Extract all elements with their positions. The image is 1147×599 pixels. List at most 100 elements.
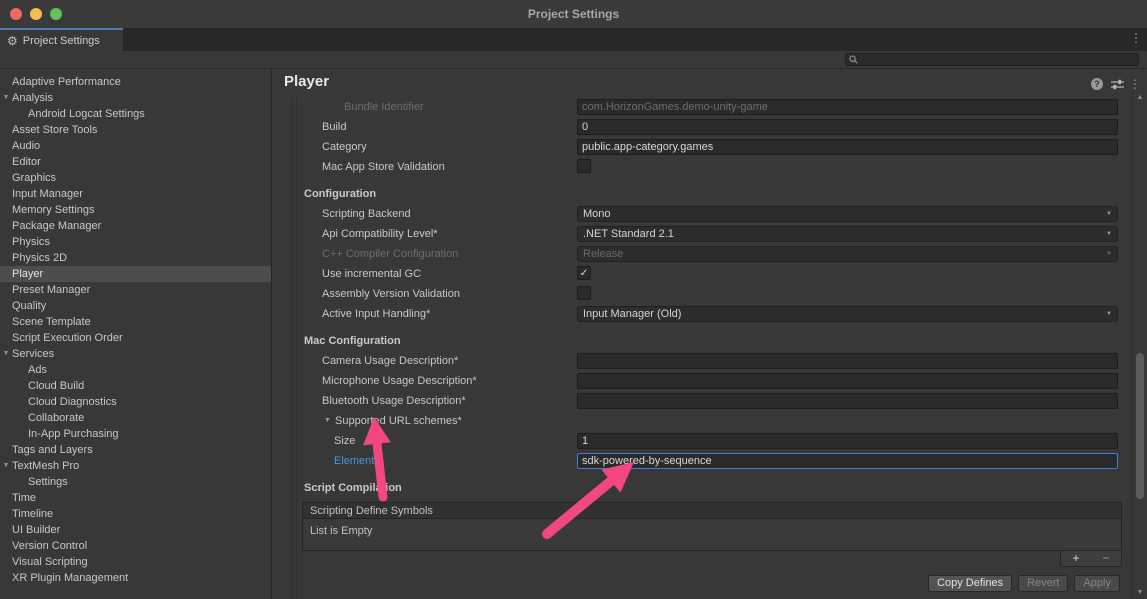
sidebar-item-scene-template[interactable]: Scene Template (0, 314, 271, 330)
sidebar-item-graphics[interactable]: Graphics (0, 170, 271, 186)
settings-row: Api Compatibility Level*.NET Standard 2.… (272, 224, 1131, 244)
section-header-mac-configuration: Mac Configuration (304, 335, 401, 347)
mac-app-store-validation-checkbox[interactable] (577, 159, 591, 173)
settings-row: Size1 (272, 431, 1131, 451)
scripting-backend-dropdown[interactable]: Mono▼ (577, 206, 1118, 222)
sidebar-item-audio[interactable]: Audio (0, 138, 271, 154)
close-window-button[interactable] (10, 8, 22, 20)
bundle-identifier-field[interactable]: com.HorizonGames.demo-unity-game (577, 99, 1118, 115)
list-header: Scripting Define Symbols (303, 503, 1121, 519)
revert-button[interactable]: Revert (1018, 575, 1068, 592)
sidebar-item-player[interactable]: Player (0, 266, 271, 282)
section-header-configuration: Configuration (304, 188, 376, 200)
category-field[interactable]: public.app-category.games (577, 139, 1118, 155)
settings-rows: Bundle Identifiercom.HorizonGames.demo-u… (272, 97, 1131, 599)
chevron-down-icon: ▼ (1106, 311, 1112, 317)
sidebar-item-input-manager[interactable]: Input Manager (0, 186, 271, 202)
sidebar-item-memory-settings[interactable]: Memory Settings (0, 202, 271, 218)
titlebar: Project Settings (0, 0, 1147, 28)
expander-icon[interactable]: ▼ (1, 346, 11, 362)
sidebar-item-ui-builder[interactable]: UI Builder (0, 522, 271, 538)
copy-defines-button[interactable]: Copy Defines (928, 575, 1012, 592)
scroll-up-icon[interactable]: ▲ (1133, 94, 1147, 101)
section-header-script-compilation: Script Compilation (304, 482, 402, 494)
settings-sidebar: Adaptive Performance▼AnalysisAndroid Log… (0, 70, 272, 599)
apply-button[interactable]: Apply (1074, 575, 1120, 592)
sidebar-item-label: Quality (12, 300, 46, 312)
sidebar-item-physics-2d[interactable]: Physics 2D (0, 250, 271, 266)
foldout-icon[interactable]: ▼ (324, 417, 331, 424)
sidebar-item-collaborate[interactable]: Collaborate (0, 410, 271, 426)
c-compiler-configuration-dropdown[interactable]: Release▼ (577, 246, 1118, 262)
sidebar-item-adaptive-performance[interactable]: Adaptive Performance (0, 74, 271, 90)
assembly-version-validation-checkbox[interactable] (577, 286, 591, 300)
sidebar-item-time[interactable]: Time (0, 490, 271, 506)
sidebar-item-xr-plugin-management[interactable]: XR Plugin Management (0, 570, 271, 586)
check-icon: ✓ (580, 268, 588, 279)
sidebar-item-label: Cloud Build (28, 380, 84, 392)
sidebar-item-label: Time (12, 492, 36, 504)
settings-row: Element 0sdk-powered-by-sequence (272, 451, 1131, 471)
sidebar-item-label: Settings (28, 476, 68, 488)
sidebar-item-label: Audio (12, 140, 40, 152)
remove-item-button[interactable]: − (1095, 552, 1117, 565)
sidebar-item-editor[interactable]: Editor (0, 154, 271, 170)
sidebar-item-script-execution-order[interactable]: Script Execution Order (0, 330, 271, 346)
sidebar-item-label: In-App Purchasing (28, 428, 119, 440)
sidebar-item-visual-scripting[interactable]: Visual Scripting (0, 554, 271, 570)
chevron-down-icon: ▼ (1106, 231, 1112, 237)
window-menu-icon[interactable]: ⋮ (1130, 31, 1142, 45)
search-input[interactable] (845, 53, 1139, 66)
sidebar-item-label: Script Execution Order (12, 332, 123, 344)
vertical-scrollbar[interactable]: ▲ ▼ (1132, 91, 1147, 599)
sidebar-item-label: Scene Template (12, 316, 91, 328)
tab-project-settings[interactable]: ⚙ Project Settings (0, 28, 123, 51)
sidebar-item-label: Editor (12, 156, 41, 168)
sidebar-item-label: Package Manager (12, 220, 101, 232)
element-0-field[interactable]: sdk-powered-by-sequence (577, 453, 1118, 469)
use-incremental-gc-checkbox[interactable]: ✓ (577, 266, 591, 280)
api-compatibility-level-dropdown[interactable]: .NET Standard 2.1▼ (577, 226, 1118, 242)
settings-row: Active Input Handling*Input Manager (Old… (272, 304, 1131, 324)
help-icon[interactable]: ? (1091, 78, 1103, 90)
sidebar-item-label: Memory Settings (12, 204, 95, 216)
panel-menu-icon[interactable]: ⋮ (1129, 77, 1141, 91)
chevron-down-icon: ▼ (1106, 211, 1112, 217)
sidebar-item-android-logcat-settings[interactable]: Android Logcat Settings (0, 106, 271, 122)
sidebar-item-ads[interactable]: Ads (0, 362, 271, 378)
sidebar-item-preset-manager[interactable]: Preset Manager (0, 282, 271, 298)
sidebar-item-version-control[interactable]: Version Control (0, 538, 271, 554)
sidebar-item-cloud-build[interactable]: Cloud Build (0, 378, 271, 394)
sidebar-item-quality[interactable]: Quality (0, 298, 271, 314)
settings-row: Categorypublic.app-category.games (272, 137, 1131, 157)
sidebar-item-timeline[interactable]: Timeline (0, 506, 271, 522)
sidebar-item-in-app-purchasing[interactable]: In-App Purchasing (0, 426, 271, 442)
sidebar-item-tags-and-layers[interactable]: Tags and Layers (0, 442, 271, 458)
foldout-label-supported-url-schemes[interactable]: Supported URL schemes* (335, 415, 462, 427)
microphone-usage-description-field[interactable] (577, 373, 1118, 389)
scroll-down-icon[interactable]: ▼ (1133, 589, 1147, 596)
add-item-button[interactable]: + (1065, 552, 1087, 565)
sidebar-item-settings[interactable]: Settings (0, 474, 271, 490)
sidebar-item-asset-store-tools[interactable]: Asset Store Tools (0, 122, 271, 138)
expander-icon[interactable]: ▼ (1, 90, 11, 106)
camera-usage-description-field[interactable] (577, 353, 1118, 369)
zoom-window-button[interactable] (50, 8, 62, 20)
sidebar-item-label: Cloud Diagnostics (28, 396, 117, 408)
sidebar-item-services[interactable]: ▼Services (0, 346, 271, 362)
bluetooth-usage-description-field[interactable] (577, 393, 1118, 409)
toolbar (0, 51, 1147, 69)
presets-icon[interactable] (1111, 79, 1124, 90)
sidebar-item-textmesh-pro[interactable]: ▼TextMesh Pro (0, 458, 271, 474)
active-input-handling-dropdown[interactable]: Input Manager (Old)▼ (577, 306, 1118, 322)
minimize-window-button[interactable] (30, 8, 42, 20)
sidebar-item-label: Ads (28, 364, 47, 376)
scrollbar-thumb[interactable] (1136, 353, 1144, 499)
sidebar-item-analysis[interactable]: ▼Analysis (0, 90, 271, 106)
sidebar-item-cloud-diagnostics[interactable]: Cloud Diagnostics (0, 394, 271, 410)
sidebar-item-package-manager[interactable]: Package Manager (0, 218, 271, 234)
build-field[interactable]: 0 (577, 119, 1118, 135)
size-field[interactable]: 1 (577, 433, 1118, 449)
expander-icon[interactable]: ▼ (1, 458, 11, 474)
sidebar-item-physics[interactable]: Physics (0, 234, 271, 250)
